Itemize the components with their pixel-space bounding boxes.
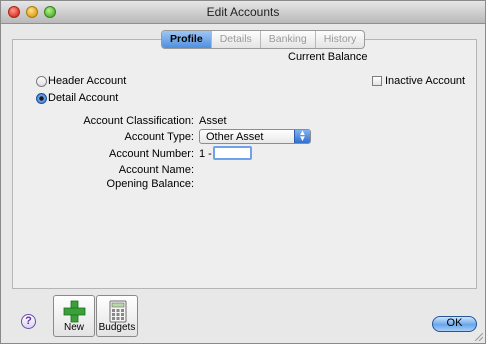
classification-label: Account Classification: — [83, 115, 194, 127]
help-button[interactable]: ? — [21, 314, 36, 329]
account-type-label: Account Type: — [124, 131, 194, 143]
classification-value: Asset — [199, 115, 227, 127]
current-balance-separator: : — [358, 51, 362, 63]
inactive-account-label[interactable]: Inactive Account — [385, 75, 465, 87]
new-button[interactable]: New — [53, 295, 95, 337]
budgets-button-label: Budgets — [98, 322, 136, 333]
account-number-field[interactable] — [213, 146, 252, 160]
tab-profile[interactable]: Profile — [162, 31, 212, 48]
account-name-label: Account Name: — [118, 164, 194, 176]
account-number-prefix: 1 - — [199, 148, 212, 160]
current-balance-label: Current Balance — [288, 51, 368, 63]
resize-grip-icon[interactable] — [475, 333, 483, 341]
select-arrows-icon: ▲ ▼ — [294, 129, 310, 143]
opening-balance-label: Opening Balance: — [106, 178, 194, 190]
header-account-radio[interactable] — [36, 76, 47, 87]
inactive-account-checkbox[interactable] — [372, 76, 382, 86]
tab-bar: Profile Details Banking History — [161, 30, 366, 49]
tab-banking[interactable]: Banking — [261, 31, 316, 48]
detail-account-radio[interactable] — [36, 93, 47, 104]
tab-history[interactable]: History — [316, 31, 365, 48]
account-number-label: Account Number: — [109, 148, 194, 160]
header-account-label[interactable]: Header Account — [48, 75, 126, 87]
title-bar: Edit Accounts — [1, 1, 485, 24]
window-title: Edit Accounts — [206, 5, 280, 19]
account-type-value: Other Asset — [206, 131, 264, 143]
tab-details[interactable]: Details — [212, 31, 261, 48]
new-button-label: New — [63, 322, 84, 333]
budgets-button[interactable]: Budgets — [96, 295, 138, 337]
account-type-select[interactable]: Other Asset ▲ ▼ — [199, 129, 311, 144]
ok-button[interactable]: OK — [432, 316, 477, 332]
edit-accounts-window: Edit Accounts Profile Details Banking Hi… — [0, 0, 486, 344]
detail-account-label[interactable]: Detail Account — [48, 92, 118, 104]
